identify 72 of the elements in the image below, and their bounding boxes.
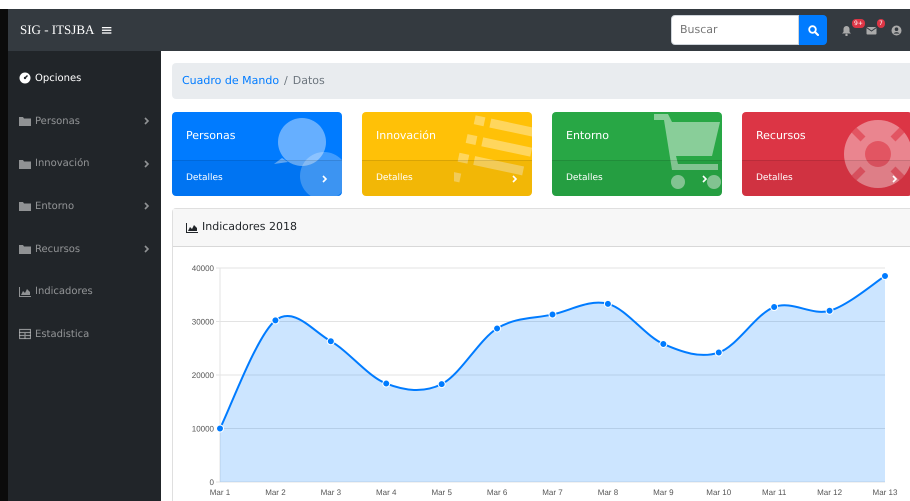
x-tick-label: Mar 6 <box>486 488 508 497</box>
data-point <box>659 340 668 348</box>
data-point <box>826 306 834 315</box>
chevron-icon <box>702 174 708 182</box>
x-tick-label: Mar 12 <box>817 488 842 497</box>
data-point <box>548 310 556 319</box>
y-tick-label: 10000 <box>192 424 214 434</box>
card-title: Entorno <box>566 128 609 144</box>
chevron-icon <box>892 174 898 182</box>
area-chart-icon <box>19 286 31 298</box>
data-point <box>326 337 335 346</box>
x-tick-label: Mar 7 <box>542 488 563 497</box>
x-tick-label: Mar 10 <box>706 488 732 497</box>
details-link[interactable]: Detalles <box>172 160 342 196</box>
breadcrumb-separator: / <box>283 72 289 89</box>
chevron-icon <box>322 174 328 182</box>
folder-icon <box>19 200 31 212</box>
y-tick-label: 20000 <box>192 371 214 380</box>
x-tick-label: Mar 4 <box>376 488 396 497</box>
x-tick-label: Mar 8 <box>598 488 618 497</box>
breadcrumb-current: Datos <box>292 72 325 89</box>
folder-icon <box>19 243 31 256</box>
sidebar-item[interactable]: Estadistica <box>8 313 161 356</box>
x-tick-label: Mar 13 <box>872 488 898 497</box>
sidebar-item[interactable]: Entorno <box>8 185 161 228</box>
data-point <box>493 324 502 332</box>
sidebar-item[interactable]: Recursos <box>8 228 161 270</box>
card-title: Personas <box>186 128 236 144</box>
x-tick-label: Mar 9 <box>653 488 674 497</box>
search-icon <box>808 24 818 36</box>
x-tick-label: Mar 3 <box>320 488 342 497</box>
breadcrumb-link[interactable]: Cuadro de Mando <box>182 72 280 90</box>
menu-toggle[interactable]: ≡ <box>100 18 113 42</box>
x-tick-label: Mar 1 <box>210 488 230 497</box>
alerts-icon <box>841 24 852 36</box>
brand-title: SIG - ITSJBA <box>20 21 94 40</box>
sidebar-item[interactable]: Innovación <box>8 142 161 186</box>
x-tick-label: Mar 11 <box>762 488 786 497</box>
data-point <box>604 300 612 308</box>
card-title: Recursos <box>756 128 806 144</box>
dashboard-icon <box>19 72 31 84</box>
chevron-icon <box>512 174 518 182</box>
y-tick-label: 30000 <box>192 318 214 326</box>
x-tick-label: Mar 5 <box>431 488 452 497</box>
sidebar-item[interactable]: Personas <box>8 100 161 142</box>
alerts-button[interactable] <box>841 24 852 36</box>
data-point <box>438 380 446 388</box>
x-tick-label: Mar 2 <box>265 488 286 497</box>
folder-icon <box>19 115 31 128</box>
messages-icon <box>866 24 877 36</box>
y-tick-label: 40000 <box>192 264 214 273</box>
card-title: Indicadores 2018 <box>202 219 298 236</box>
user-icon <box>891 24 902 36</box>
data-point <box>271 316 280 324</box>
details-link[interactable]: Detalles <box>552 160 722 196</box>
data-point <box>382 380 390 388</box>
folder-icon <box>19 158 31 170</box>
search-button[interactable] <box>799 15 827 45</box>
sidebar-item[interactable]: Indicadores <box>8 270 161 314</box>
data-point <box>881 272 889 280</box>
card-title: Innovación <box>376 128 436 144</box>
details-link[interactable]: Detalles <box>742 160 910 196</box>
data-point <box>714 348 723 357</box>
search-field[interactable]: Buscar <box>671 15 799 45</box>
table-icon <box>19 328 31 340</box>
messages-button[interactable] <box>866 24 877 36</box>
sidebar-item[interactable]: Opciones <box>8 57 161 100</box>
area-chart-icon <box>186 222 198 234</box>
data-point <box>770 303 778 312</box>
data-point <box>216 424 224 432</box>
user-button[interactable] <box>891 24 902 36</box>
y-tick-label: 0 <box>210 478 214 487</box>
